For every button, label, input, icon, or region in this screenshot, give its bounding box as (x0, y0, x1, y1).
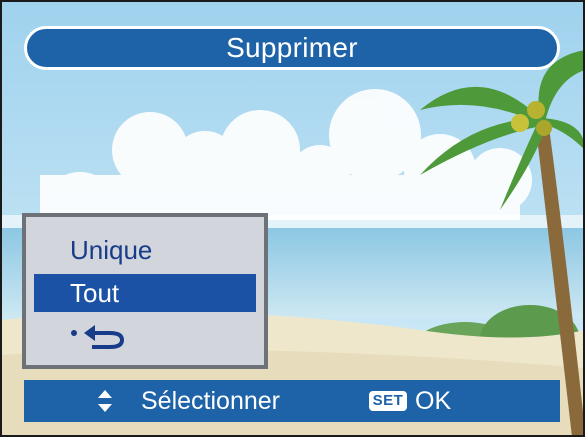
set-key-icon: SET (369, 391, 407, 411)
menu-item-tout[interactable]: Tout (34, 274, 256, 312)
menu-item-back[interactable] (34, 317, 256, 355)
confirm-label: OK (415, 387, 452, 415)
camera-screen: Supprimer Unique Tout Sélectionner SET O… (0, 0, 585, 437)
page-title: Supprimer (24, 26, 560, 70)
back-arrow-icon (71, 325, 125, 349)
delete-options-menu: Unique Tout (22, 213, 268, 369)
status-bar: Sélectionner SET OK (24, 380, 560, 422)
up-down-arrows-icon (98, 390, 112, 412)
navigate-label: Sélectionner (141, 387, 280, 415)
menu-item-unique[interactable]: Unique (34, 231, 256, 269)
